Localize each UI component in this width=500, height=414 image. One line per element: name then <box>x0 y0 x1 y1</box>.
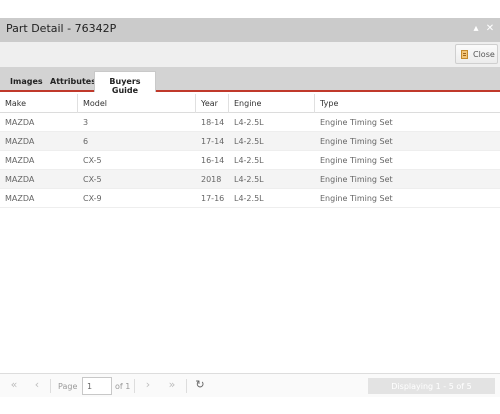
column-header-year[interactable]: Year <box>196 94 229 113</box>
pager-divider <box>50 379 51 393</box>
collapse-icon[interactable]: ▴ <box>470 23 482 35</box>
previous-page-icon[interactable]: ‹ <box>30 379 44 393</box>
cell-year: 2018 <box>201 175 222 184</box>
cell-engine: L4-2.5L <box>234 194 264 203</box>
cell-engine: L4-2.5L <box>234 137 264 146</box>
close-button-label: Close <box>473 50 495 59</box>
cell-make: MAZDA <box>5 137 35 146</box>
cell-engine: L4-2.5L <box>234 156 264 165</box>
cell-make: MAZDA <box>5 194 35 203</box>
first-page-icon[interactable]: « <box>7 379 21 393</box>
paging-toolbar: « ‹ Page of 1 › » ↻ Displaying 1 - 5 of … <box>0 373 500 397</box>
pager-divider <box>134 379 135 393</box>
paging-status: Displaying 1 - 5 of 5 <box>368 378 495 394</box>
column-header-type[interactable]: Type <box>315 94 500 113</box>
tab-attributes[interactable]: Attributes <box>50 73 96 92</box>
cell-type: Engine Timing Set <box>320 137 393 146</box>
page-count-label: of 1 <box>115 382 131 391</box>
document-icon <box>461 50 468 59</box>
column-header-engine[interactable]: Engine <box>229 94 315 113</box>
cell-year: 18-14 <box>201 118 225 127</box>
tab-bar: Images Attributes Buyers Guide <box>0 67 500 95</box>
refresh-icon[interactable]: ↻ <box>193 379 207 393</box>
top-strip <box>0 0 500 18</box>
table-row[interactable]: MAZDA CX-5 2018 L4-2.5L Engine Timing Se… <box>0 170 500 189</box>
cell-engine: L4-2.5L <box>234 118 264 127</box>
close-button[interactable]: Close <box>455 44 498 64</box>
page-label: Page <box>58 382 78 391</box>
grid-header: Make Model Year Engine Type <box>0 94 500 113</box>
table-row[interactable]: MAZDA 6 17-14 L4-2.5L Engine Timing Set <box>0 132 500 151</box>
column-header-model[interactable]: Model <box>78 94 196 113</box>
cell-make: MAZDA <box>5 118 35 127</box>
page-number-input[interactable] <box>82 377 112 395</box>
cell-type: Engine Timing Set <box>320 175 393 184</box>
cell-model: 6 <box>83 137 89 146</box>
cell-model: CX-9 <box>83 194 102 203</box>
tab-images[interactable]: Images <box>10 73 43 92</box>
cell-year: 16-14 <box>201 156 225 165</box>
cell-engine: L4-2.5L <box>234 175 264 184</box>
cell-type: Engine Timing Set <box>320 194 393 203</box>
next-page-icon[interactable]: › <box>141 379 155 393</box>
part-detail-window: Part Detail - 76342P ▴ ✕ Close Images At… <box>0 18 500 414</box>
tab-buyers-guide[interactable]: Buyers Guide <box>94 71 156 95</box>
cell-model: 3 <box>83 118 89 127</box>
cell-model: CX-5 <box>83 175 102 184</box>
close-icon[interactable]: ✕ <box>484 23 496 35</box>
buyers-guide-grid: Make Model Year Engine Type MAZDA 3 18-1… <box>0 94 500 208</box>
pager-divider <box>186 379 187 393</box>
window-title: Part Detail - 76342P <box>6 22 117 35</box>
table-row[interactable]: MAZDA 3 18-14 L4-2.5L Engine Timing Set <box>0 113 500 132</box>
last-page-icon[interactable]: » <box>165 379 179 393</box>
cell-make: MAZDA <box>5 175 35 184</box>
window-titlebar[interactable]: Part Detail - 76342P ▴ ✕ <box>0 18 500 42</box>
cell-make: MAZDA <box>5 156 35 165</box>
table-row[interactable]: MAZDA CX-9 17-16 L4-2.5L Engine Timing S… <box>0 189 500 208</box>
cell-year: 17-16 <box>201 194 225 203</box>
cell-model: CX-5 <box>83 156 102 165</box>
cell-type: Engine Timing Set <box>320 156 393 165</box>
cell-type: Engine Timing Set <box>320 118 393 127</box>
cell-year: 17-14 <box>201 137 225 146</box>
table-row[interactable]: MAZDA CX-5 16-14 L4-2.5L Engine Timing S… <box>0 151 500 170</box>
column-header-make[interactable]: Make <box>0 94 78 113</box>
toolbar: Close <box>0 42 500 68</box>
